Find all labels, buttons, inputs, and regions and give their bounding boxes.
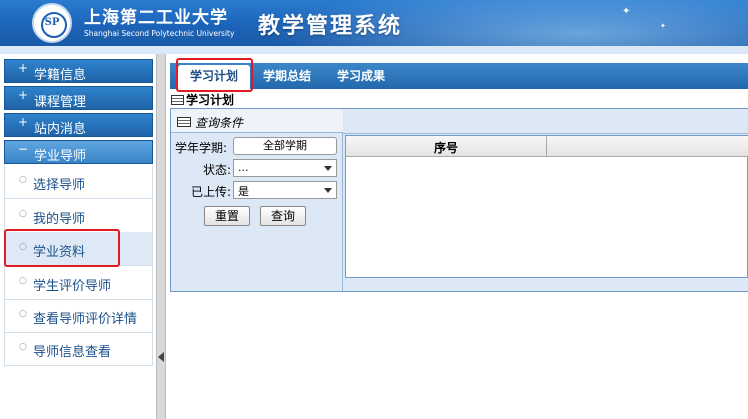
menu-academic-advisor[interactable]: − 学业导师 bbox=[4, 140, 153, 164]
expand-icon: + bbox=[18, 115, 29, 129]
status-select[interactable]: ... bbox=[233, 159, 337, 177]
results-area: 序号 bbox=[343, 109, 748, 291]
section-title: 学习计划 bbox=[171, 91, 234, 108]
sidebar-item-advisor-info[interactable]: ○ 导师信息查看 bbox=[4, 332, 153, 366]
logo-mark: SP bbox=[44, 17, 60, 28]
expand-icon: + bbox=[18, 61, 29, 75]
uploaded-label: 已上传: bbox=[191, 185, 232, 199]
sidebar-splitter[interactable] bbox=[156, 54, 166, 419]
menu-label: 课程管理 bbox=[34, 95, 87, 110]
grid-toolbar bbox=[343, 109, 748, 134]
sidebar-item-label: 学生评价导师 bbox=[33, 279, 112, 294]
column-header-index[interactable]: 序号 bbox=[434, 139, 458, 156]
term-value: 全部学期 bbox=[263, 139, 307, 152]
sidebar-item-label: 查看导师评价详情 bbox=[33, 312, 138, 327]
system-title: 教学管理系统 bbox=[258, 13, 403, 39]
menu-site-messages[interactable]: + 站内消息 bbox=[4, 113, 153, 137]
query-title: 查询条件 bbox=[195, 116, 244, 130]
sparkle-icon: ✦ bbox=[622, 6, 631, 17]
school-name-cn: 上海第二工业大学 bbox=[84, 8, 228, 28]
sparkle-icon: ✦ bbox=[660, 22, 666, 30]
grid-header: 序号 bbox=[346, 136, 748, 157]
uploaded-select[interactable]: 是 bbox=[233, 181, 337, 199]
bullet-icon: ○ bbox=[19, 175, 27, 185]
bullet-icon: ○ bbox=[19, 342, 27, 352]
bullet-icon: ○ bbox=[19, 209, 27, 219]
sidebar-item-label: 导师信息查看 bbox=[33, 345, 112, 360]
column-separator bbox=[546, 136, 547, 157]
sidebar-item-label: 我的导师 bbox=[33, 212, 86, 227]
sidebar-item-rating-details[interactable]: ○ 查看导师评价详情 bbox=[4, 299, 153, 333]
university-logo-icon: SP bbox=[32, 3, 72, 43]
tab-study-plan[interactable]: 学习计划 bbox=[178, 65, 250, 89]
sidebar-item-my-advisor[interactable]: ○ 我的导师 bbox=[4, 199, 153, 233]
results-grid: 序号 bbox=[345, 135, 748, 278]
bullet-icon: ○ bbox=[19, 276, 27, 286]
bullet-icon: ○ bbox=[19, 309, 27, 319]
term-label: 学年学期: bbox=[175, 141, 228, 155]
chevron-down-icon bbox=[324, 166, 332, 171]
tab-bar: 学习计划 学期总结 学习成果 bbox=[170, 63, 748, 89]
menu-label: 学籍信息 bbox=[34, 68, 87, 83]
school-name-en: Shanghai Second Polytechnic University bbox=[84, 29, 235, 38]
tab-semester-summary[interactable]: 学期总结 bbox=[263, 63, 311, 89]
menu-course-management[interactable]: + 课程管理 bbox=[4, 86, 153, 110]
header-subbar bbox=[0, 46, 748, 54]
sidebar-item-rate-advisor[interactable]: ○ 学生评价导师 bbox=[4, 266, 153, 300]
query-header: 查询条件 bbox=[171, 109, 343, 133]
term-select[interactable]: 全部学期 bbox=[233, 137, 337, 155]
sidebar-item-label: 学业资料 bbox=[33, 245, 86, 260]
uploaded-value: 是 bbox=[238, 185, 249, 198]
menu-label: 站内消息 bbox=[34, 122, 87, 137]
menu-student-info[interactable]: + 学籍信息 bbox=[4, 59, 153, 83]
form-icon bbox=[171, 95, 184, 105]
collapse-arrow-icon[interactable] bbox=[158, 352, 164, 362]
sidebar: + 学籍信息 + 课程管理 + 站内消息 − 学业导师 ○ 选择导师 ○ 我的导… bbox=[0, 54, 156, 419]
section-title-text: 学习计划 bbox=[186, 93, 235, 107]
form-icon bbox=[177, 117, 191, 127]
chevron-down-icon bbox=[324, 188, 332, 193]
tab-study-results[interactable]: 学习成果 bbox=[337, 63, 385, 89]
expand-icon: + bbox=[18, 88, 29, 102]
app-header: SP 上海第二工业大学 Shanghai Second Polytechnic … bbox=[0, 0, 748, 46]
sidebar-item-label: 选择导师 bbox=[33, 178, 86, 193]
reset-button[interactable]: 重置 bbox=[204, 206, 250, 226]
menu-label: 学业导师 bbox=[34, 149, 87, 164]
search-button[interactable]: 查询 bbox=[260, 206, 306, 226]
status-label: 状态: bbox=[203, 163, 232, 177]
status-value: ... bbox=[238, 161, 249, 174]
query-panel: 查询条件 学年学期: 全部学期 状态: ... 已上传: 是 重置 查询 bbox=[171, 109, 343, 291]
sidebar-item-select-advisor[interactable]: ○ 选择导师 bbox=[4, 165, 153, 199]
sidebar-item-academic-materials[interactable]: ○ 学业资料 bbox=[4, 232, 153, 266]
collapse-icon: − bbox=[18, 142, 29, 156]
bullet-icon: ○ bbox=[19, 242, 27, 252]
